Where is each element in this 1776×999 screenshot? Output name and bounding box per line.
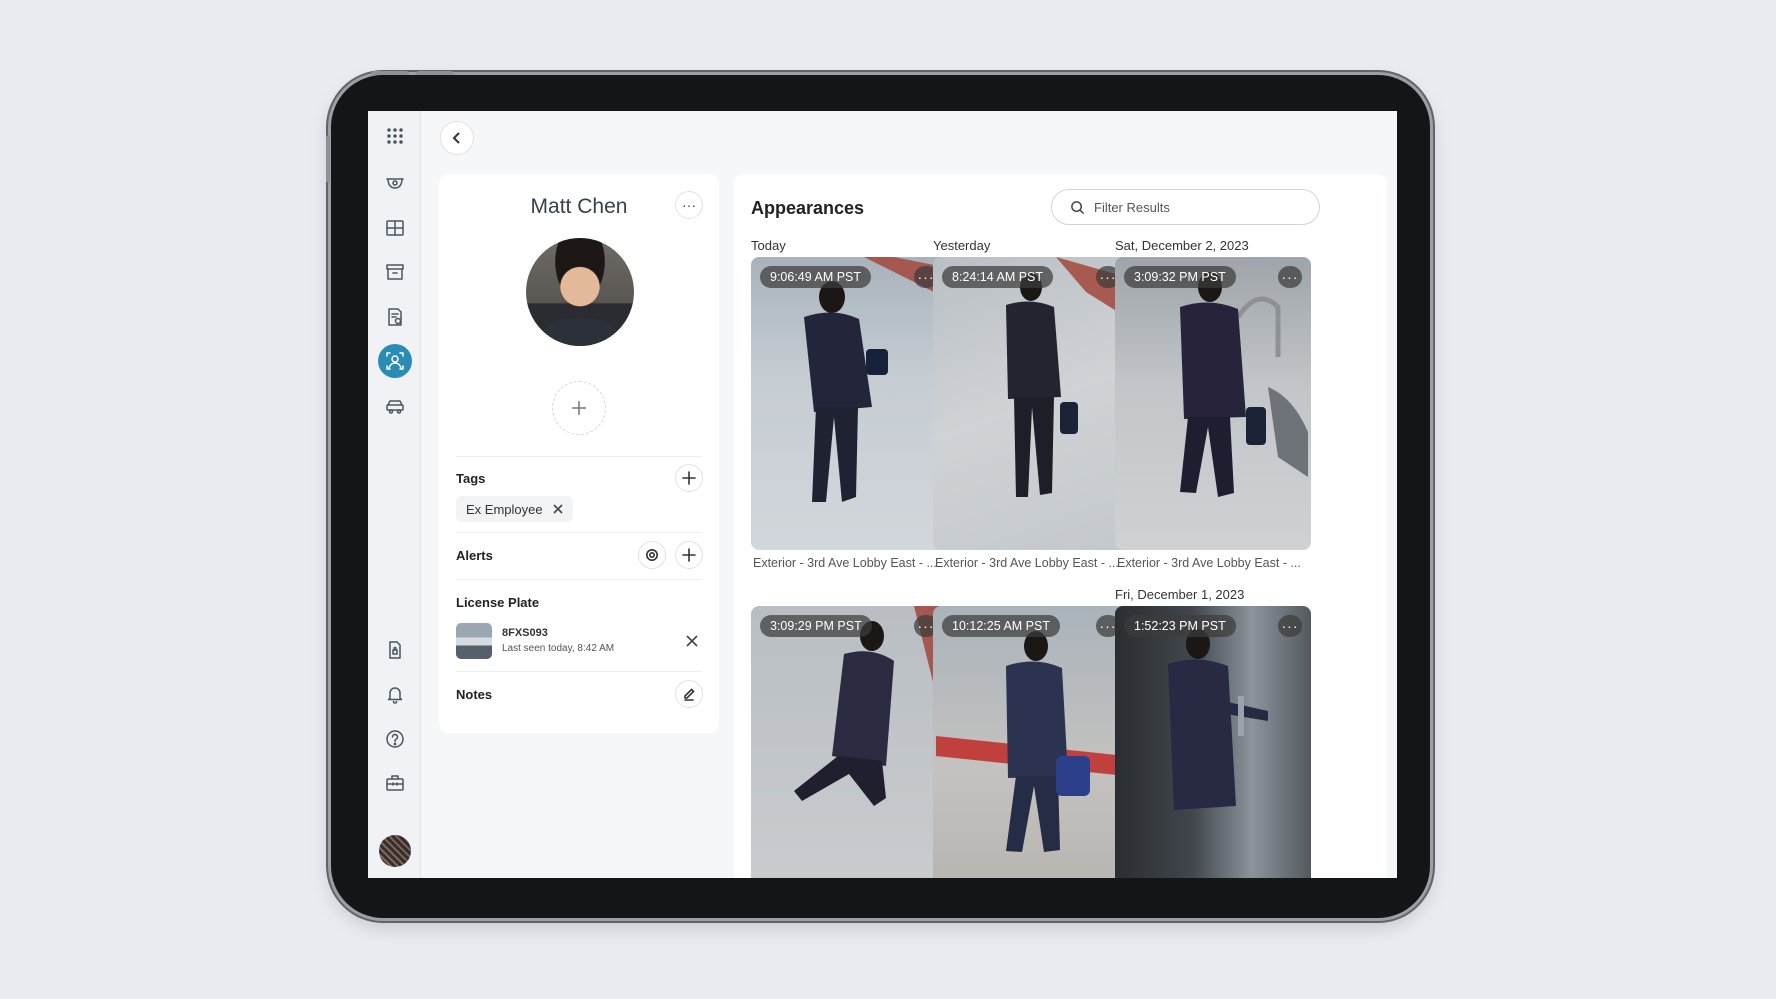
help-icon[interactable] [378,722,412,756]
search-icon [1071,200,1085,214]
appearance-thumbnail[interactable]: 8:24:14 AM PST ··· [933,257,1129,550]
vehicle-thumbnail[interactable] [456,623,492,659]
close-icon[interactable] [553,504,563,514]
bell-icon[interactable] [378,677,412,711]
more-icon[interactable]: ··· [1278,615,1302,637]
tag-label: Ex Employee [466,501,543,517]
divider [456,456,702,457]
day-label-today: Today [751,238,786,253]
more-icon: ··· [682,197,696,213]
add-photo-button[interactable] [552,381,606,435]
appearance-thumbnail[interactable]: 3:09:29 PM PST ··· [751,606,947,878]
camera-label: Exterior - 3rd Ave Lobby East - ... [753,556,937,570]
tablet-side-button [326,135,330,183]
appearance-card[interactable]: 8:24:14 AM PST ··· Exterior - 3rd Ave Lo… [933,257,1129,570]
person-figure [804,257,944,502]
profile-more-button[interactable]: ··· [675,191,703,219]
appearance-card[interactable]: 10:12:25 AM PST ··· [933,606,1129,878]
timestamp-badge: 3:09:29 PM PST [760,615,872,637]
plus-icon [572,401,586,415]
timestamp-badge: 9:06:49 AM PST [760,266,872,288]
divider [456,671,702,672]
people-analytics-icon[interactable] [378,344,412,378]
appearance-thumbnail[interactable]: 1:52:23 PM PST ··· [1115,606,1311,878]
report-icon[interactable] [378,300,412,334]
plate-number: 8FXS093 [502,627,548,639]
divider [456,532,702,533]
add-alert-button[interactable] [675,541,703,569]
appearance-thumbnail[interactable]: 3:09:32 PM PST ··· [1115,257,1311,550]
timestamp-badge: 3:09:32 PM PST [1124,266,1236,288]
sidebar [368,111,421,878]
appearances-title: Appearances [751,198,865,218]
person-figure [1006,257,1126,497]
timestamp-badge: 10:12:25 AM PST [942,615,1060,637]
alert-settings-button[interactable] [638,541,666,569]
close-icon [686,635,698,647]
gear-icon [646,549,658,561]
day-label-dec-2: Sat, December 2, 2023 [1115,238,1249,253]
tablet-frame: Matt Chen ··· Tags Ex Employee Alerts Li… [326,71,1430,918]
appearance-thumbnail[interactable]: 9:06:49 AM PST ··· [751,257,947,550]
tags-label: Tags [456,471,486,486]
layout-grid-icon[interactable] [378,211,412,245]
tag-chip[interactable]: Ex Employee [456,496,573,522]
edit-notes-button[interactable] [675,680,703,708]
person-figure [794,606,944,806]
more-icon[interactable]: ··· [1278,266,1302,288]
appearance-card[interactable]: 3:09:29 PM PST ··· [751,606,947,878]
day-label-yesterday: Yesterday [933,238,991,253]
plus-icon [682,471,696,485]
appearance-thumbnail[interactable]: 10:12:25 AM PST ··· [933,606,1129,878]
profile-panel: Matt Chen ··· Tags Ex Employee Alerts Li… [439,174,719,733]
appearance-card[interactable]: 9:06:49 AM PST ··· Exterior - 3rd Ave Lo… [751,257,947,570]
license-plate-label: License Plate [456,595,540,610]
camera-label: Exterior - 3rd Ave Lobby East - ... [935,556,1119,570]
alerts-label: Alerts [456,548,493,563]
vehicle-icon[interactable] [378,389,412,423]
archive-icon[interactable] [378,255,412,289]
tablet-button [371,71,409,75]
access-doc-icon[interactable] [378,633,412,667]
user-avatar[interactable] [379,835,411,867]
person-figure [1180,272,1308,497]
camera-dome-icon[interactable] [378,166,412,200]
timestamp-badge: 1:52:23 PM PST [1124,615,1236,637]
camera-label: Exterior - 3rd Ave Lobby East - ... [1117,556,1301,570]
filter-text-field[interactable] [1094,199,1294,215]
person-figure [936,631,1126,852]
app-screen: Matt Chen ··· Tags Ex Employee Alerts Li… [368,111,1397,878]
apps-grid-icon[interactable] [378,119,412,153]
appearance-card[interactable]: 1:52:23 PM PST ··· [1115,606,1311,878]
profile-photo [526,238,634,346]
day-label-dec-1: Fri, December 1, 2023 [1115,587,1245,602]
toolbox-icon[interactable] [378,766,412,800]
pencil-icon [684,688,695,701]
appearance-card[interactable]: 3:09:32 PM PST ··· Exterior - 3rd Ave Lo… [1115,257,1311,570]
tablet-button [416,71,454,75]
timestamp-badge: 8:24:14 AM PST [942,266,1054,288]
notes-label: Notes [456,687,493,702]
plate-last-seen: Last seen today, 8:42 AM [502,643,615,654]
chevron-left-icon [452,132,460,144]
remove-plate-button[interactable] [685,634,699,648]
filter-results-input[interactable] [1051,189,1320,225]
divider [456,579,702,580]
appearances-panel: Appearances Today Yesterday Sat, Decembe… [734,174,1387,878]
person-figure [1168,629,1268,810]
plus-icon [682,548,696,562]
back-button[interactable] [440,121,474,155]
add-tag-button[interactable] [675,464,703,492]
